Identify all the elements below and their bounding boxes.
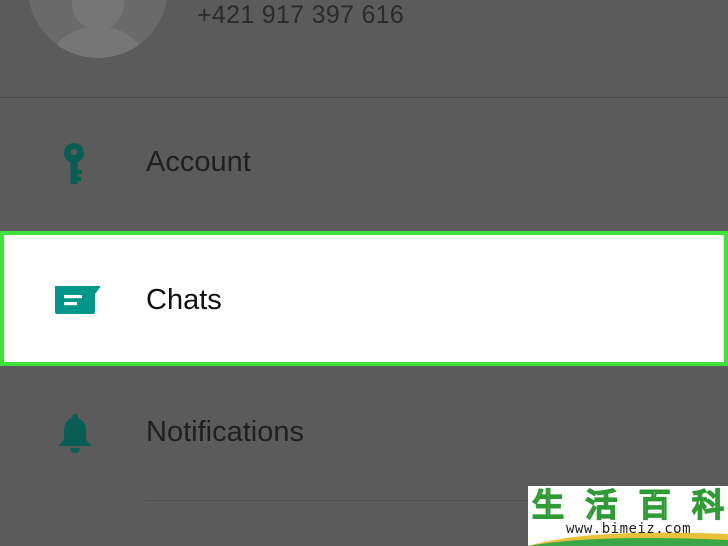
- key-icon: [52, 141, 100, 189]
- watermark-char: 科: [691, 486, 724, 525]
- watermark-char: 百: [638, 486, 671, 525]
- settings-item-chats[interactable]: Chats: [0, 231, 728, 366]
- settings-item-label: Account: [146, 146, 251, 178]
- watermark: 生 活 百 科 www.bimeiz.com: [528, 486, 728, 546]
- settings-item-label: Chats: [146, 284, 222, 316]
- settings-item-notifications[interactable]: Notifications: [0, 366, 728, 500]
- chat-bubble-icon: [52, 278, 101, 326]
- watermark-char: 活: [585, 486, 618, 525]
- avatar-shoulders-shape: [42, 26, 154, 58]
- watermark-char: 生: [531, 486, 565, 525]
- settings-item-label: Notifications: [146, 416, 304, 448]
- settings-screen: +421 917 397 616 Account Chats Notificat…: [0, 0, 728, 546]
- bell-icon: [52, 410, 100, 458]
- profile-header[interactable]: +421 917 397 616: [0, 0, 728, 97]
- watermark-logo: 生 活 百 科: [531, 486, 724, 525]
- watermark-url: www.bimeiz.com: [566, 521, 692, 537]
- avatar[interactable]: [28, 0, 168, 58]
- settings-item-account[interactable]: Account: [0, 98, 728, 232]
- profile-phone-number: +421 917 397 616: [197, 1, 405, 29]
